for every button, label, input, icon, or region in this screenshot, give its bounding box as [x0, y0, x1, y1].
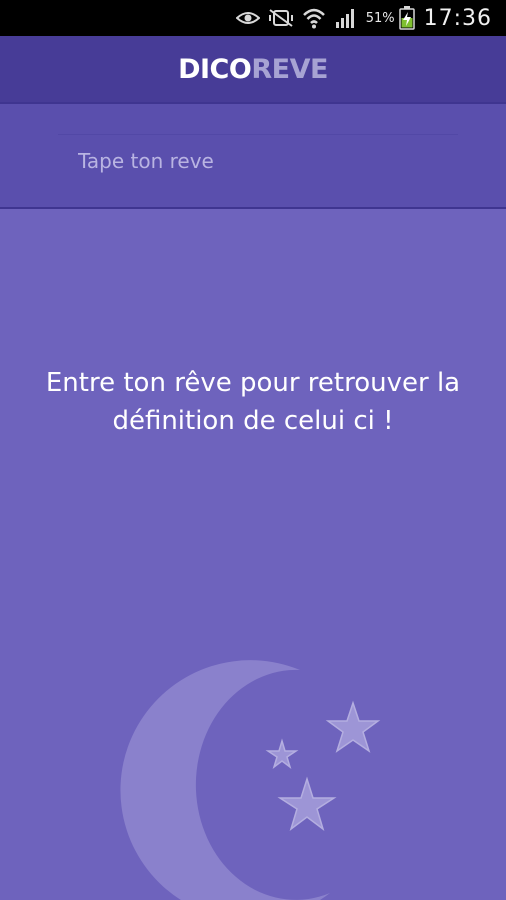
status-clock: 17:36 — [423, 5, 492, 31]
eye-icon — [235, 12, 260, 24]
app-title-dico: DICO — [178, 53, 252, 85]
status-icons: 51% 17:36 — [235, 0, 492, 36]
instruction-line-1: Entre ton rêve pour retrouver la — [45, 368, 461, 398]
mute-icon — [268, 9, 293, 27]
moon-icon — [120, 660, 330, 900]
dream-search-input[interactable] — [58, 134, 458, 186]
star-icon — [265, 700, 381, 831]
instruction-line-2: définition de celui ci ! — [112, 406, 394, 436]
app-title: DICOREVE — [178, 54, 328, 85]
search-panel — [0, 102, 506, 209]
app-title-reve: REVE — [251, 53, 328, 85]
battery-charging-icon — [398, 6, 415, 30]
instruction-message: Entre ton rêve pour retrouver la définit… — [0, 364, 506, 440]
app-bar: DICOREVE — [0, 36, 506, 102]
wifi-icon — [302, 8, 325, 29]
signal-icon — [335, 9, 354, 28]
status-bar: 51% 17:36 — [0, 0, 506, 36]
battery-percent: 51% — [365, 10, 395, 26]
moon-illustration — [120, 660, 381, 900]
